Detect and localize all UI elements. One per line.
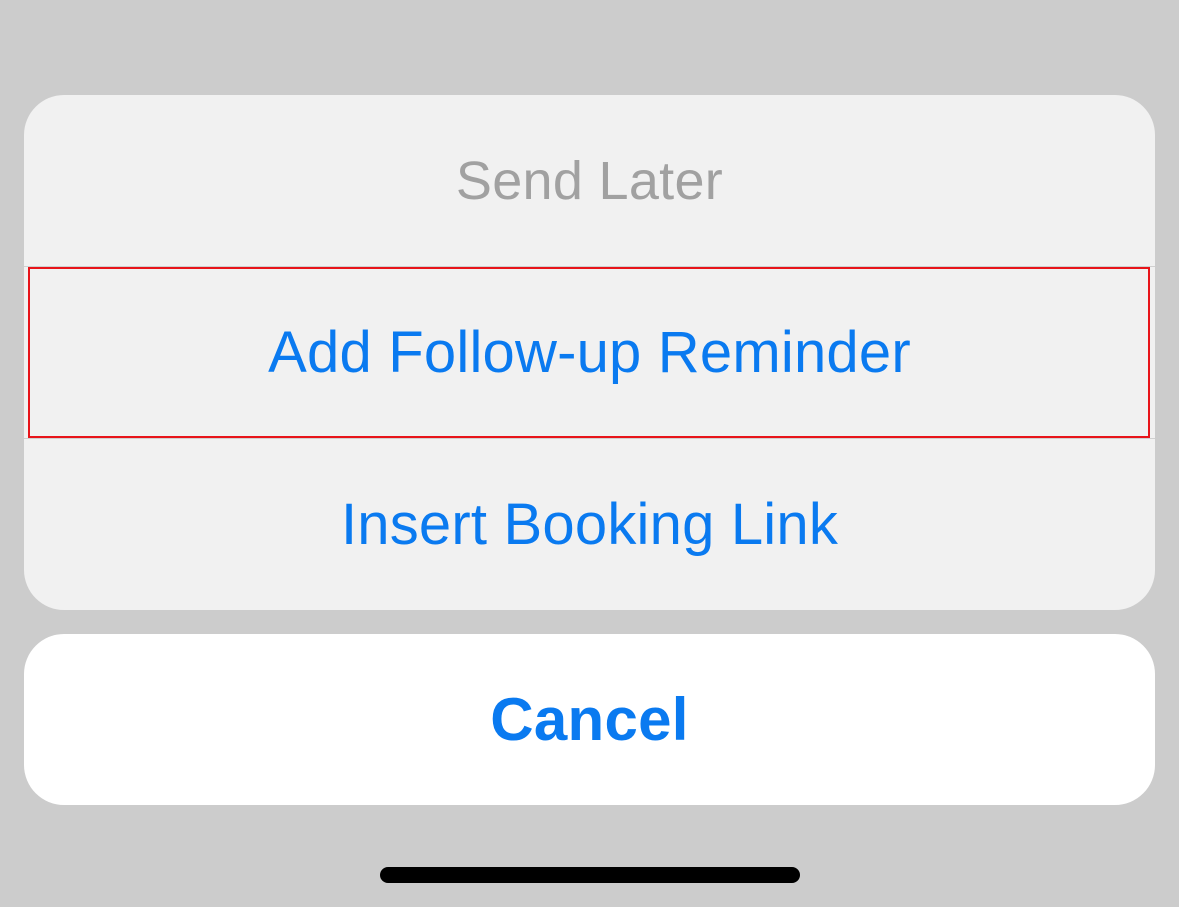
add-follow-up-reminder-button[interactable]: Add Follow-up Reminder	[24, 267, 1155, 438]
cancel-label: Cancel	[490, 686, 689, 753]
insert-booking-link-label: Insert Booking Link	[340, 492, 839, 557]
action-sheet: Send Later Add Follow-up Reminder Insert…	[24, 95, 1155, 610]
action-sheet-title: Send Later	[24, 95, 1155, 266]
add-follow-up-reminder-label: Add Follow-up Reminder	[268, 320, 911, 385]
action-sheet-title-text: Send Later	[455, 150, 724, 211]
home-indicator	[380, 867, 800, 883]
insert-booking-link-button[interactable]: Insert Booking Link	[24, 439, 1155, 610]
cancel-button[interactable]: Cancel	[24, 634, 1155, 805]
